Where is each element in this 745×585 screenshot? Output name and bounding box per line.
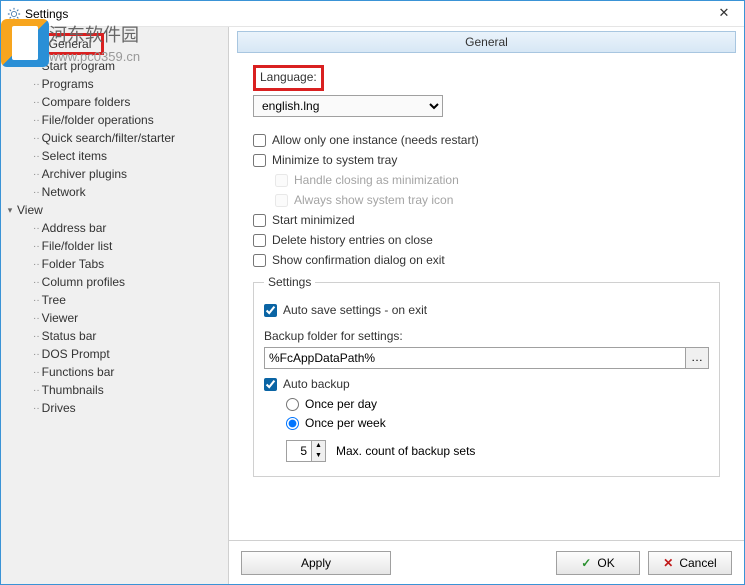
tree-item-label: Quick search/filter/starter [42, 131, 175, 145]
allow-one-instance-label: Allow only one instance (needs restart) [272, 133, 479, 147]
tree-item-label: Column profiles [42, 275, 125, 289]
tree-item[interactable]: ··Column profiles [1, 273, 228, 291]
delete-history-label: Delete history entries on close [272, 233, 433, 247]
tree-item-label: File/folder list [42, 239, 113, 253]
ok-button[interactable]: ✓OK [556, 551, 640, 575]
handle-closing-label: Handle closing as minimization [294, 173, 459, 187]
close-button[interactable]: ✕ [704, 1, 744, 25]
max-backup-value: 5 [287, 441, 311, 461]
tree-item-label: View [17, 203, 43, 217]
once-per-day-radio[interactable] [286, 398, 299, 411]
tree-item[interactable]: ··DOS Prompt [1, 345, 228, 363]
tree-item[interactable]: ··Viewer [1, 309, 228, 327]
once-per-day-label: Once per day [305, 397, 377, 411]
tree-item[interactable]: ··Tree [1, 291, 228, 309]
tree-item-label: Functions bar [42, 365, 115, 379]
tree-item-label: Network [42, 185, 86, 199]
settings-group: Settings Auto save settings - on exit Ba… [253, 275, 720, 477]
tree-item[interactable]: ··Thumbnails [1, 381, 228, 399]
autobackup-label: Auto backup [283, 377, 350, 391]
tree-item-label: Select items [42, 149, 107, 163]
tree-item[interactable]: ··Functions bar [1, 363, 228, 381]
tree-item-label: Compare folders [42, 95, 131, 109]
apply-button[interactable]: Apply [241, 551, 391, 575]
confirm-exit-checkbox[interactable] [253, 254, 266, 267]
handle-closing-checkbox [275, 174, 288, 187]
tree-item-label: Archiver plugins [42, 167, 127, 181]
settings-tree[interactable]: ··General··Start program··Programs··Comp… [1, 27, 229, 584]
panel-title: General [237, 31, 736, 53]
watermark-logo [1, 19, 49, 67]
watermark-text: 河东软件园 [49, 21, 139, 47]
browse-button[interactable]: … [685, 347, 709, 369]
tree-item-label: Programs [42, 77, 94, 91]
tree-item[interactable]: ··Compare folders [1, 93, 228, 111]
minimize-tray-checkbox[interactable] [253, 154, 266, 167]
language-select[interactable]: english.lng [253, 95, 443, 117]
backup-folder-input[interactable] [264, 347, 686, 369]
tree-item-label: Address bar [42, 221, 107, 235]
tree-item[interactable]: ··File/folder operations [1, 111, 228, 129]
tree-item-label: Status bar [42, 329, 97, 343]
tree-item[interactable]: ··Programs [1, 75, 228, 93]
minimize-tray-label: Minimize to system tray [272, 153, 397, 167]
max-backup-label: Max. count of backup sets [336, 444, 475, 458]
tree-item-label: Folder Tabs [42, 257, 104, 271]
tree-item-label: File/folder operations [42, 113, 154, 127]
once-per-week-label: Once per week [305, 416, 386, 430]
autobackup-checkbox[interactable] [264, 378, 277, 391]
autosave-checkbox[interactable] [264, 304, 277, 317]
start-minimized-checkbox[interactable] [253, 214, 266, 227]
start-minimized-label: Start minimized [272, 213, 355, 227]
tree-item-label: Tree [42, 293, 66, 307]
delete-history-checkbox[interactable] [253, 234, 266, 247]
autosave-label: Auto save settings - on exit [283, 303, 427, 317]
once-per-week-radio[interactable] [286, 417, 299, 430]
tree-item[interactable]: ··Address bar [1, 219, 228, 237]
tree-item-label: Drives [42, 401, 76, 415]
tree-item-label: Viewer [42, 311, 78, 325]
x-icon: ✕ [663, 556, 673, 570]
tree-item[interactable]: ··Network [1, 183, 228, 201]
tree-item[interactable]: ··Quick search/filter/starter [1, 129, 228, 147]
tree-item[interactable]: ··Drives [1, 399, 228, 417]
tree-item-label: DOS Prompt [42, 347, 110, 361]
tree-item[interactable]: ··Folder Tabs [1, 255, 228, 273]
tree-item[interactable]: ··Archiver plugins [1, 165, 228, 183]
footer: Apply ✓OK ✕Cancel [229, 540, 744, 584]
max-backup-spinner[interactable]: 5 ▲▼ [286, 440, 326, 462]
tree-item[interactable]: ··Status bar [1, 327, 228, 345]
spinner-up-icon[interactable]: ▲ [312, 441, 325, 451]
tree-item[interactable]: ▾View [1, 201, 228, 219]
language-label: Language: [260, 70, 317, 84]
check-icon: ✓ [581, 556, 591, 570]
settings-group-legend: Settings [264, 275, 315, 289]
always-show-tray-label: Always show system tray icon [294, 193, 453, 207]
allow-one-instance-checkbox[interactable] [253, 134, 266, 147]
spinner-down-icon[interactable]: ▼ [312, 451, 325, 461]
always-show-tray-checkbox [275, 194, 288, 207]
confirm-exit-label: Show confirmation dialog on exit [272, 253, 445, 267]
tree-item[interactable]: ··File/folder list [1, 237, 228, 255]
tree-item-label: Thumbnails [42, 383, 104, 397]
cancel-button[interactable]: ✕Cancel [648, 551, 732, 575]
backup-folder-label: Backup folder for settings: [264, 329, 709, 343]
watermark-url: www.pc0359.cn [49, 49, 140, 64]
tree-item[interactable]: ··Select items [1, 147, 228, 165]
collapse-icon: ▾ [5, 205, 15, 216]
